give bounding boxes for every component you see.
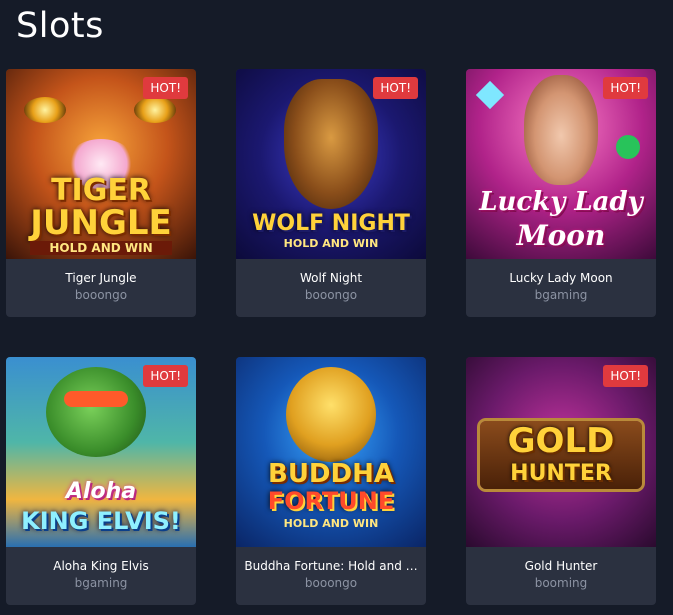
game-logo-line1: GOLD xyxy=(507,421,615,461)
game-logo-line1: Aloha xyxy=(65,479,137,504)
game-card-tiger-jungle[interactable]: TIGER JUNGLE HOLD AND WIN HOT! Tiger Jun… xyxy=(6,69,196,317)
hot-badge: HOT! xyxy=(143,77,188,99)
game-logo-line2: JUNGLE xyxy=(30,203,172,243)
buddha-icon xyxy=(286,367,376,462)
game-logo-line3: HOLD AND WIN xyxy=(283,517,379,530)
game-thumbnail[interactable]: Lucky Lady Moon HOT! xyxy=(466,69,656,259)
game-thumbnail[interactable]: WOLF NIGHT HOLD AND WIN HOT! xyxy=(236,69,426,259)
diamond-icon xyxy=(475,80,505,110)
game-thumbnail[interactable]: Aloha KING ELVIS! HOT! xyxy=(6,357,196,547)
hot-badge: HOT! xyxy=(373,77,418,99)
game-card-buddha-fortune[interactable]: BUDDHA FORTUNE HOLD AND WIN Buddha Fortu… xyxy=(236,357,426,605)
game-provider: booming xyxy=(534,576,588,590)
hot-badge: HOT! xyxy=(603,77,648,99)
game-title[interactable]: Gold Hunter xyxy=(470,559,652,573)
game-card-gold-hunter[interactable]: GOLD HUNTER HOT! Gold Hunter booming xyxy=(466,357,656,605)
game-title[interactable]: Lucky Lady Moon xyxy=(470,271,652,285)
sunglasses-icon xyxy=(64,391,128,407)
tiger-eye-right-icon xyxy=(134,97,176,123)
game-thumbnail[interactable]: GOLD HUNTER HOT! xyxy=(466,357,656,547)
tiger-eye-left-icon xyxy=(24,97,66,123)
game-thumbnail[interactable]: BUDDHA FORTUNE HOLD AND WIN xyxy=(236,357,426,547)
game-thumbnail[interactable]: TIGER JUNGLE HOLD AND WIN HOT! xyxy=(6,69,196,259)
game-title[interactable]: Tiger Jungle xyxy=(10,271,192,285)
game-provider: bgaming xyxy=(74,576,128,590)
clover-icon xyxy=(616,135,640,159)
game-card-wolf-night[interactable]: WOLF NIGHT HOLD AND WIN HOT! Wolf Night … xyxy=(236,69,426,317)
game-provider: booongo xyxy=(304,288,358,302)
game-logo-line1: WOLF NIGHT xyxy=(252,211,410,236)
game-title[interactable]: Aloha King Elvis xyxy=(10,559,192,573)
game-provider: booongo xyxy=(304,576,358,590)
game-logo-line2: Moon xyxy=(516,219,606,252)
hot-badge: HOT! xyxy=(143,365,188,387)
hot-badge: HOT! xyxy=(603,365,648,387)
game-logo-line1: Lucky Lady xyxy=(479,187,643,217)
game-card-aloha-king-elvis[interactable]: Aloha KING ELVIS! HOT! Aloha King Elvis … xyxy=(6,357,196,605)
page-title: Slots xyxy=(16,6,104,46)
game-logo-line2: HOLD AND WIN xyxy=(283,237,379,250)
game-logo-line3: HOLD AND WIN xyxy=(30,241,172,255)
game-logo-line2: KING ELVIS! xyxy=(21,507,181,535)
game-title[interactable]: Wolf Night xyxy=(240,271,422,285)
game-logo-line2: FORTUNE xyxy=(267,487,395,515)
game-logo-line1: BUDDHA xyxy=(268,459,394,489)
frog-elvis-icon xyxy=(46,367,146,457)
game-card-lucky-lady-moon[interactable]: Lucky Lady Moon HOT! Lucky Lady Moon bga… xyxy=(466,69,656,317)
lady-portrait-icon xyxy=(524,75,598,185)
game-logo-line2: HUNTER xyxy=(510,461,612,486)
game-title[interactable]: Buddha Fortune: Hold and … xyxy=(240,559,422,573)
game-provider: bgaming xyxy=(534,288,588,302)
game-provider: booongo xyxy=(74,288,128,302)
wolf-icon xyxy=(284,79,378,209)
